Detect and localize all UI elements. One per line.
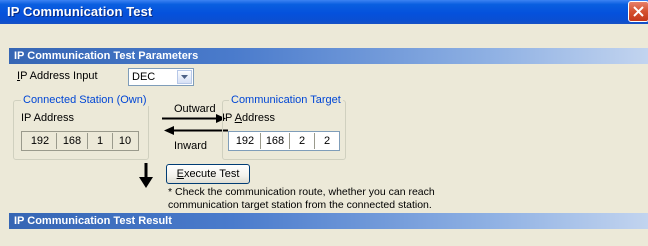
inward-arrow-icon <box>164 126 228 135</box>
close-button[interactable] <box>628 1 648 22</box>
ip-address-input-value: DEC <box>132 71 156 83</box>
outward-arrow-icon <box>162 114 226 123</box>
connected-ip-octet-1: 192 <box>30 135 50 147</box>
connected-station-group: Connected Station (Own) <box>13 94 149 160</box>
target-ip-octet-2[interactable]: 168 <box>262 133 288 149</box>
target-ip-octet-3[interactable]: 2 <box>291 133 313 149</box>
connected-ip-address-field: 192 168 1 10 <box>21 131 139 151</box>
title-bar: IP Communication Test <box>0 0 648 24</box>
communication-target-legend: Communication Target <box>229 94 343 106</box>
target-ip-address-field[interactable]: 192 168 2 2 <box>228 131 340 151</box>
close-icon <box>633 6 644 17</box>
result-section-header: IP Communication Test Result <box>9 213 648 229</box>
parameters-section-header: IP Communication Test Parameters <box>9 48 648 64</box>
ip-address-input-label-rest: P Address Input <box>20 70 98 82</box>
connected-ip-octet-4: 10 <box>118 135 132 147</box>
note-line-2: communication target station from the co… <box>168 199 432 211</box>
communication-target-group: Communication Target <box>222 94 346 160</box>
connected-ip-octet-2: 168 <box>62 135 82 147</box>
ip-address-input-select[interactable]: DEC <box>128 68 194 86</box>
octet-separator <box>289 133 290 149</box>
octet-separator <box>56 133 57 149</box>
octet-separator <box>260 133 261 149</box>
chevron-down-icon <box>181 75 188 79</box>
target-ip-label-rest: ddress <box>242 112 276 124</box>
connected-station-legend: Connected Station (Own) <box>21 94 149 106</box>
target-ip-label-prefix: IP <box>222 112 235 124</box>
connected-ip-label: IP Address <box>21 112 74 124</box>
execute-test-button[interactable]: Execute Test <box>166 164 250 184</box>
down-arrow-icon <box>139 163 153 188</box>
target-ip-octet-4[interactable]: 2 <box>316 133 338 149</box>
octet-separator <box>314 133 315 149</box>
target-ip-label: IP Address <box>222 112 276 124</box>
ip-communication-test-window: IP Communication Test IP Communication T… <box>0 0 648 246</box>
ip-address-input-label: IP Address Input <box>17 70 98 82</box>
inward-label: Inward <box>174 140 208 152</box>
octet-separator <box>87 133 88 149</box>
connected-ip-octet-3: 1 <box>96 135 104 147</box>
octet-separator <box>112 133 113 149</box>
dropdown-button[interactable] <box>177 70 192 84</box>
window-title: IP Communication Test <box>7 4 153 19</box>
note-line-1: * Check the communication route, whether… <box>168 186 435 198</box>
execute-test-button-rest: xecute Test <box>183 168 240 180</box>
target-ip-octet-1[interactable]: 192 <box>231 133 259 149</box>
